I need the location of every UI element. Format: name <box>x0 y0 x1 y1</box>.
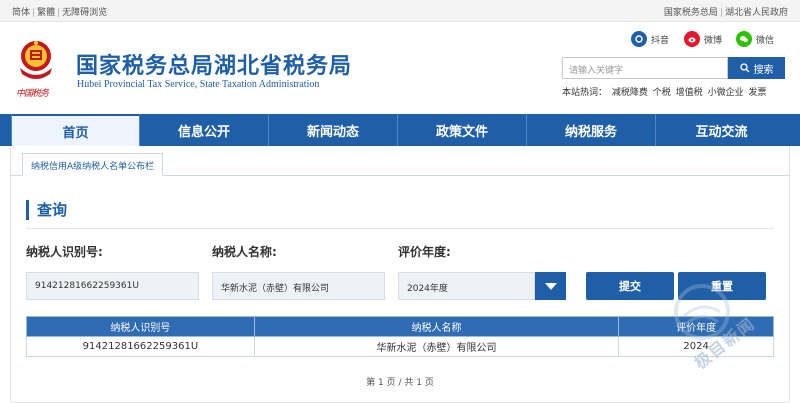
link-simplified[interactable]: 简体 <box>12 8 30 18</box>
search-button[interactable]: 搜索 <box>728 57 785 79</box>
label-taxpayer-name: 纳税人名称: <box>212 245 277 259</box>
external-links: 国家税务总局 | 湖北省人民政府 <box>663 8 788 18</box>
hot-words: 本站热词： 减税降费 个税 增值税 小微企业 发票 <box>562 85 768 98</box>
weibo-icon <box>684 31 700 47</box>
section-title: 查询 <box>26 200 67 220</box>
column-header: 纳税人名称 <box>253 316 620 337</box>
language-links: 简体 | 繁體 | 无障碍浏览 <box>12 8 108 18</box>
section-divider <box>26 228 774 229</box>
tab-a-level-list[interactable]: 纳税信用A级纳税人名单公布栏 <box>22 153 164 176</box>
hot-word[interactable]: 减税降费 <box>612 88 648 98</box>
nav-policy[interactable]: 政策文件 <box>398 114 527 146</box>
douyin-label: 抖音 <box>651 35 670 46</box>
nav-spacer <box>0 114 12 146</box>
cell-taxid: 91421281662259361U <box>26 336 255 357</box>
label-eval-year: 评价年度: <box>398 245 451 259</box>
tab-bar: 纳税信用A级纳税人名单公布栏 <box>10 150 790 176</box>
taxpayer-name-field[interactable]: 华新水泥（赤壁）有限公司 <box>212 272 385 300</box>
chevron-down-icon <box>544 282 557 290</box>
hot-word[interactable]: 个税 <box>653 88 671 98</box>
nav-tax-service[interactable]: 纳税服务 <box>527 114 656 146</box>
hot-word[interactable]: 增值税 <box>676 88 703 98</box>
top-bar: 简体 | 繁體 | 无障碍浏览 国家税务总局 | 湖北省人民政府 <box>0 0 800 22</box>
link-traditional[interactable]: 繁體 <box>37 8 55 18</box>
search-input[interactable]: 请输入关键字 <box>562 57 728 79</box>
link-hubei-gov[interactable]: 湖北省人民政府 <box>725 8 788 18</box>
douyin-link[interactable]: 抖音 <box>631 31 669 47</box>
nav-interaction[interactable]: 互动交流 <box>656 114 787 146</box>
hot-word[interactable]: 小微企业 <box>708 88 744 98</box>
link-accessibility[interactable]: 无障碍浏览 <box>62 8 107 18</box>
submit-button[interactable]: 提交 <box>586 272 674 300</box>
search-button-label: 搜索 <box>753 64 774 76</box>
weixin-link[interactable]: 微信 <box>736 31 774 47</box>
site-subtitle: Hubei Provincial Tax Service, State Taxa… <box>77 79 320 90</box>
link-sta[interactable]: 国家税务总局 <box>664 8 718 18</box>
column-header: 纳税人识别号 <box>26 316 255 337</box>
label-taxid: 纳税人识别号: <box>26 245 103 259</box>
hot-word[interactable]: 发票 <box>748 88 766 98</box>
cell-taxpayer-name: 华新水泥（赤壁）有限公司 <box>253 336 620 357</box>
nav-home[interactable]: 首页 <box>12 114 140 146</box>
site-title[interactable]: 国家税务总局湖北省税务局 <box>76 48 352 80</box>
douyin-icon <box>631 31 647 47</box>
nav-news[interactable]: 新闻动态 <box>269 114 398 146</box>
nav-info-disclosure[interactable]: 信息公开 <box>140 114 269 146</box>
weixin-icon <box>736 31 752 47</box>
eval-year-select[interactable]: 2024年度 <box>398 272 535 300</box>
site-header: 中国税务 国家税务总局湖北省税务局 Hubei Provincial Tax S… <box>0 22 800 114</box>
eval-year-dropdown-toggle[interactable] <box>535 272 566 300</box>
hot-words-label: 本站热词： <box>562 88 608 98</box>
weibo-link[interactable]: 微博 <box>684 31 722 47</box>
tax-emblem-icon <box>20 41 52 79</box>
weixin-label: 微信 <box>756 35 775 46</box>
emblem-caption: 中国税务 <box>16 89 49 99</box>
weibo-label: 微博 <box>704 35 723 46</box>
search-icon <box>739 63 749 73</box>
taxid-field[interactable]: 91421281662259361U <box>26 272 199 300</box>
main-nav: 首页 信息公开 新闻动态 政策文件 纳税服务 互动交流 <box>0 114 800 146</box>
